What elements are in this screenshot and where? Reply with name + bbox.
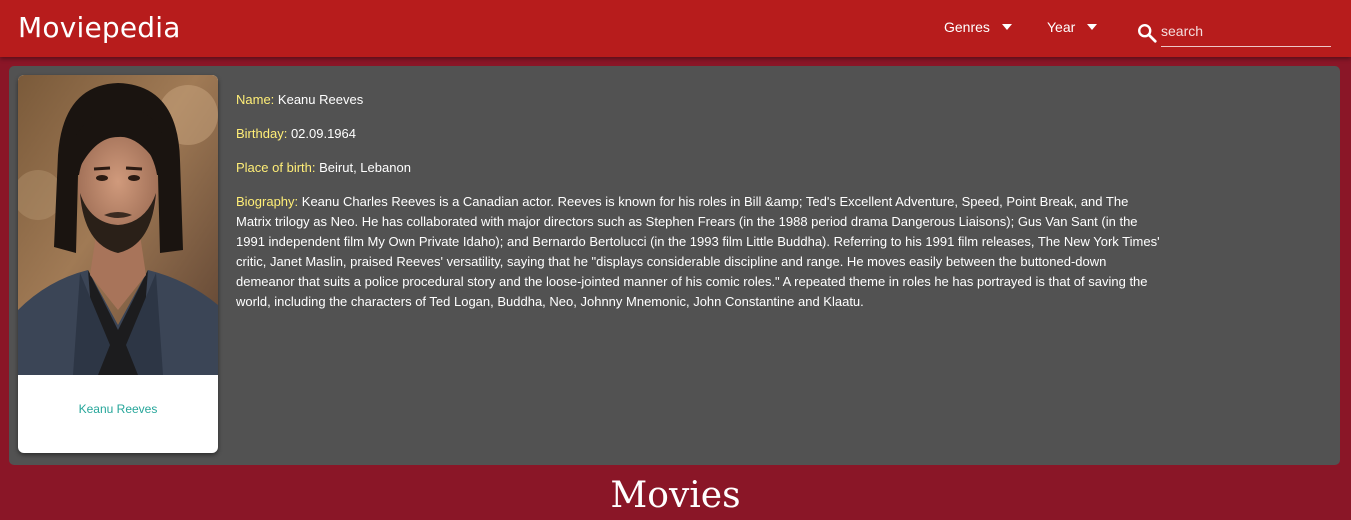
biography-row: Biography: Keanu Charles Reeves is a Can… — [236, 192, 1166, 312]
birthday-value: 02.09.1964 — [290, 126, 357, 141]
person-info: Name: Keanu Reeves Birthday: 02.09.1964 … — [236, 90, 1166, 327]
year-dropdown[interactable]: Year — [1047, 19, 1098, 39]
top-navbar: Moviepedia Genres Year — [0, 0, 1351, 57]
name-row: Name: Keanu Reeves — [236, 90, 1166, 109]
search-input[interactable] — [1161, 16, 1331, 47]
biography-label: Biography: — [236, 194, 299, 209]
person-card-name: Keanu Reeves — [78, 402, 158, 416]
person-photo — [18, 75, 218, 375]
brand-logo[interactable]: Moviepedia — [18, 11, 181, 44]
name-value: Keanu Reeves — [277, 92, 364, 107]
search-box — [1136, 16, 1332, 48]
birthday-row: Birthday: 02.09.1964 — [236, 124, 1166, 143]
name-label: Name: — [236, 92, 275, 107]
birthday-label: Birthday: — [236, 126, 288, 141]
year-dropdown-label: Year — [1047, 19, 1076, 35]
biography-value: Keanu Charles Reeves is a Canadian actor… — [236, 194, 1160, 309]
search-icon[interactable] — [1136, 22, 1158, 44]
person-details-panel: Keanu Reeves Name: Keanu Reeves Birthday… — [9, 66, 1340, 465]
birthplace-value: Beirut, Lebanon — [319, 160, 411, 175]
person-card[interactable]: Keanu Reeves — [18, 75, 218, 453]
caret-down-icon — [1087, 24, 1098, 30]
caret-down-icon — [1001, 24, 1012, 30]
genres-dropdown-label: Genres — [944, 19, 990, 35]
movies-section-title: Movies — [610, 475, 741, 516]
birthplace-row: Place of birth: Beirut, Lebanon — [236, 158, 1166, 177]
genres-dropdown[interactable]: Genres — [944, 19, 1012, 39]
birthplace-label: Place of birth: — [236, 160, 316, 175]
